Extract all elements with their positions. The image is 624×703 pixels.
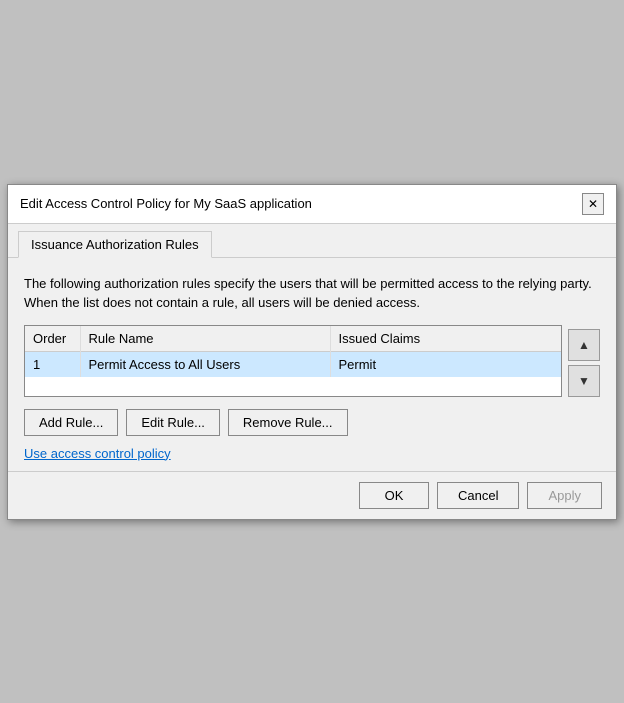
title-bar: Edit Access Control Policy for My SaaS a… (8, 185, 616, 224)
use-access-control-policy-link[interactable]: Use access control policy (24, 446, 600, 461)
add-rule-button[interactable]: Add Rule... (24, 409, 118, 436)
apply-button[interactable]: Apply (527, 482, 602, 509)
arrow-buttons (568, 325, 600, 397)
col-header-issued-claims: Issued Claims (330, 326, 561, 352)
dialog-footer: OK Cancel Apply (8, 471, 616, 519)
cell-rule-name: Permit Access to All Users (80, 351, 330, 377)
arrow-down-icon (578, 373, 590, 388)
remove-rule-button[interactable]: Remove Rule... (228, 409, 348, 436)
table-section: Order Rule Name Issued Claims 1 Permit A… (24, 325, 600, 397)
table-body: 1 Permit Access to All Users Permit (25, 351, 561, 377)
cell-order: 1 (25, 351, 80, 377)
table-header-row: Order Rule Name Issued Claims (25, 326, 561, 352)
move-up-button[interactable] (568, 329, 600, 361)
table-row[interactable]: 1 Permit Access to All Users Permit (25, 351, 561, 377)
edit-access-control-dialog: Edit Access Control Policy for My SaaS a… (7, 184, 617, 520)
col-header-order: Order (25, 326, 80, 352)
dialog-title: Edit Access Control Policy for My SaaS a… (20, 196, 312, 211)
content-area: The following authorization rules specif… (8, 258, 616, 471)
close-button[interactable]: ✕ (582, 193, 604, 215)
edit-rule-button[interactable]: Edit Rule... (126, 409, 220, 436)
move-down-button[interactable] (568, 365, 600, 397)
action-buttons-row: Add Rule... Edit Rule... Remove Rule... (24, 409, 600, 436)
description-text: The following authorization rules specif… (24, 274, 600, 313)
arrow-up-icon (578, 337, 590, 352)
rules-table: Order Rule Name Issued Claims 1 Permit A… (25, 326, 561, 377)
tab-issuance-authorization-rules[interactable]: Issuance Authorization Rules (18, 231, 212, 258)
cell-issued-claims: Permit (330, 351, 561, 377)
tab-bar: Issuance Authorization Rules (8, 224, 616, 258)
col-header-rule-name: Rule Name (80, 326, 330, 352)
rules-table-container: Order Rule Name Issued Claims 1 Permit A… (24, 325, 562, 397)
cancel-button[interactable]: Cancel (437, 482, 519, 509)
ok-button[interactable]: OK (359, 482, 429, 509)
